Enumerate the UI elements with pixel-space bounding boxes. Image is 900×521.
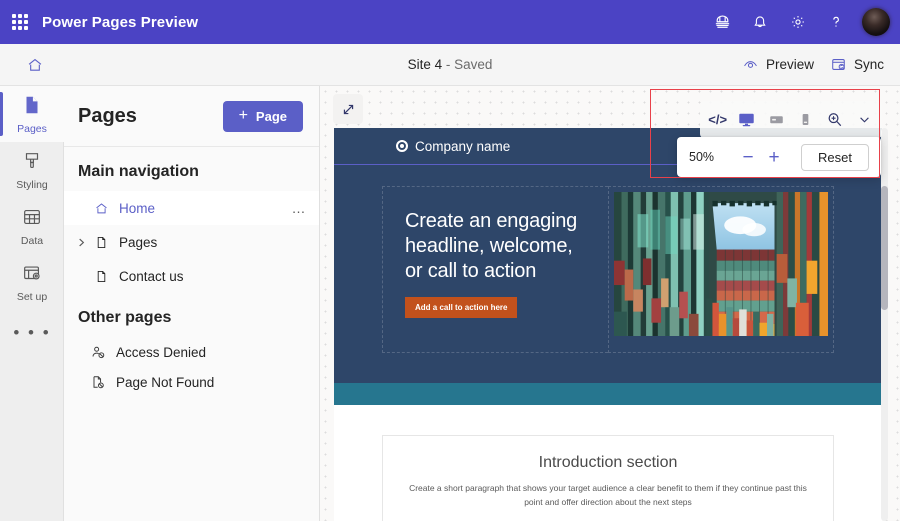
rail-overflow-icon[interactable]: • • •	[0, 310, 64, 356]
rail-label-data: Data	[20, 234, 44, 247]
add-page-button[interactable]: + Page	[222, 100, 303, 132]
nav-item-pages[interactable]: Pages	[64, 225, 319, 259]
rail-item-styling[interactable]: Styling	[0, 142, 64, 198]
rail-item-setup[interactable]: Set up	[0, 254, 64, 310]
file-icon	[94, 269, 109, 284]
code-icon[interactable]: </>	[704, 106, 731, 134]
introduction-paragraph: Create a short paragraph that shows your…	[409, 483, 807, 507]
hero-section: Create an engaging headline, welcome, or…	[334, 165, 882, 383]
table-icon	[21, 206, 43, 233]
other-page-label: Access Denied	[116, 344, 207, 360]
desktop-icon[interactable]	[733, 106, 760, 134]
expand-diagonal-icon[interactable]	[333, 94, 363, 124]
page-icon	[21, 94, 43, 121]
waffle-grid-icon[interactable]	[12, 14, 28, 30]
eye-icon	[742, 56, 759, 73]
pages-panel: Pages + Page Main navigation Home … Page…	[64, 86, 320, 521]
shipping-containers-photo	[614, 192, 828, 336]
left-rail: Pages Styling Data Set up • • •	[0, 86, 64, 521]
nav-item-contact-us[interactable]: Contact us	[64, 259, 319, 293]
add-page-label: Page	[255, 108, 287, 124]
canvas-scrollbar-thumb[interactable]	[881, 186, 888, 310]
mobile-icon[interactable]	[792, 106, 819, 134]
brush-icon	[21, 150, 43, 177]
rail-label-setup: Set up	[16, 290, 48, 303]
site-preview[interactable]: Company name Create an engaging headline…	[334, 128, 882, 521]
hero-cta-button[interactable]: Add a call to action here	[405, 297, 518, 318]
introduction-heading: Introduction section	[538, 454, 678, 471]
nav-item-home-more-icon[interactable]: …	[292, 200, 308, 216]
device-toolbar: </>	[700, 101, 882, 138]
rail-item-data[interactable]: Data	[0, 198, 64, 254]
hero-text-block[interactable]: Create an engaging headline, welcome, or…	[382, 186, 608, 353]
nav-item-home[interactable]: Home …	[64, 191, 319, 225]
file-blocked-icon	[90, 374, 106, 390]
home-icon	[94, 201, 109, 216]
other-page-label: Page Not Found	[116, 374, 215, 390]
nav-label-home: Home	[119, 200, 156, 216]
rail-label-pages: Pages	[17, 122, 47, 135]
other-pages-title: Other pages	[78, 309, 172, 326]
home-icon[interactable]	[20, 50, 50, 80]
chevron-right-icon[interactable]	[76, 237, 87, 248]
nav-label-contact-us: Contact us	[119, 268, 184, 284]
person-blocked-icon	[90, 344, 106, 360]
canvas-scrollbar[interactable]	[881, 128, 888, 521]
plus-icon: +	[238, 107, 248, 124]
chevron-down-icon[interactable]	[851, 106, 878, 134]
save-state: Saved	[454, 57, 493, 72]
bell-icon[interactable]	[744, 6, 776, 38]
file-icon	[94, 235, 109, 250]
zoom-out-button[interactable]: −	[735, 144, 761, 170]
pages-panel-header: Pages + Page	[64, 86, 319, 147]
zoom-level-value: 50%	[689, 150, 715, 164]
help-icon[interactable]	[820, 6, 852, 38]
nav-label-pages: Pages	[119, 234, 158, 250]
other-page-not-found[interactable]: Page Not Found	[64, 367, 319, 397]
introduction-section: Introduction section Create a short para…	[334, 405, 882, 521]
site-name: Site 4	[407, 57, 443, 72]
page-title: Pages	[78, 104, 137, 127]
site-brand: Company name	[396, 139, 510, 154]
sync-button[interactable]: Sync	[830, 56, 884, 73]
power-pages-app: Power Pages Preview Site 4 - Saved Previ…	[0, 0, 900, 521]
rail-item-pages[interactable]: Pages	[0, 86, 64, 142]
command-bar: Site 4 - Saved Preview Sync	[0, 44, 900, 86]
hero-heading: Create an engaging headline, welcome, or…	[405, 210, 578, 282]
tablet-icon[interactable]	[763, 106, 790, 134]
zoom-reset-button[interactable]: Reset	[801, 143, 869, 171]
preview-button[interactable]: Preview	[742, 56, 814, 73]
setup-icon	[21, 262, 43, 289]
app-bar-actions	[706, 6, 900, 38]
site-separator: -	[442, 57, 455, 72]
gear-icon[interactable]	[782, 6, 814, 38]
sync-window-icon	[830, 56, 847, 73]
user-avatar[interactable]	[862, 8, 890, 36]
globe-icon[interactable]	[706, 6, 738, 38]
accent-bar	[334, 383, 882, 405]
brand-logo-icon	[396, 140, 408, 152]
brand-name: Company name	[415, 138, 511, 154]
top-app-bar: Power Pages Preview	[0, 0, 900, 44]
rail-label-styling: Styling	[16, 178, 48, 191]
command-bar-actions: Preview Sync	[742, 56, 900, 73]
zoom-in-magnifier-icon[interactable]	[821, 106, 848, 134]
zoom-popup: 50% − + Reset	[677, 137, 881, 177]
app-title: Power Pages Preview	[42, 13, 199, 31]
photo-art	[614, 192, 828, 336]
other-page-access-denied[interactable]: Access Denied	[64, 337, 319, 367]
preview-label: Preview	[765, 57, 814, 72]
zoom-in-button[interactable]: +	[761, 144, 787, 170]
introduction-box[interactable]: Introduction section Create a short para…	[382, 435, 834, 521]
hero-image-block[interactable]	[608, 186, 834, 353]
main-navigation-title: Main navigation	[78, 163, 199, 180]
sync-label: Sync	[853, 57, 884, 72]
